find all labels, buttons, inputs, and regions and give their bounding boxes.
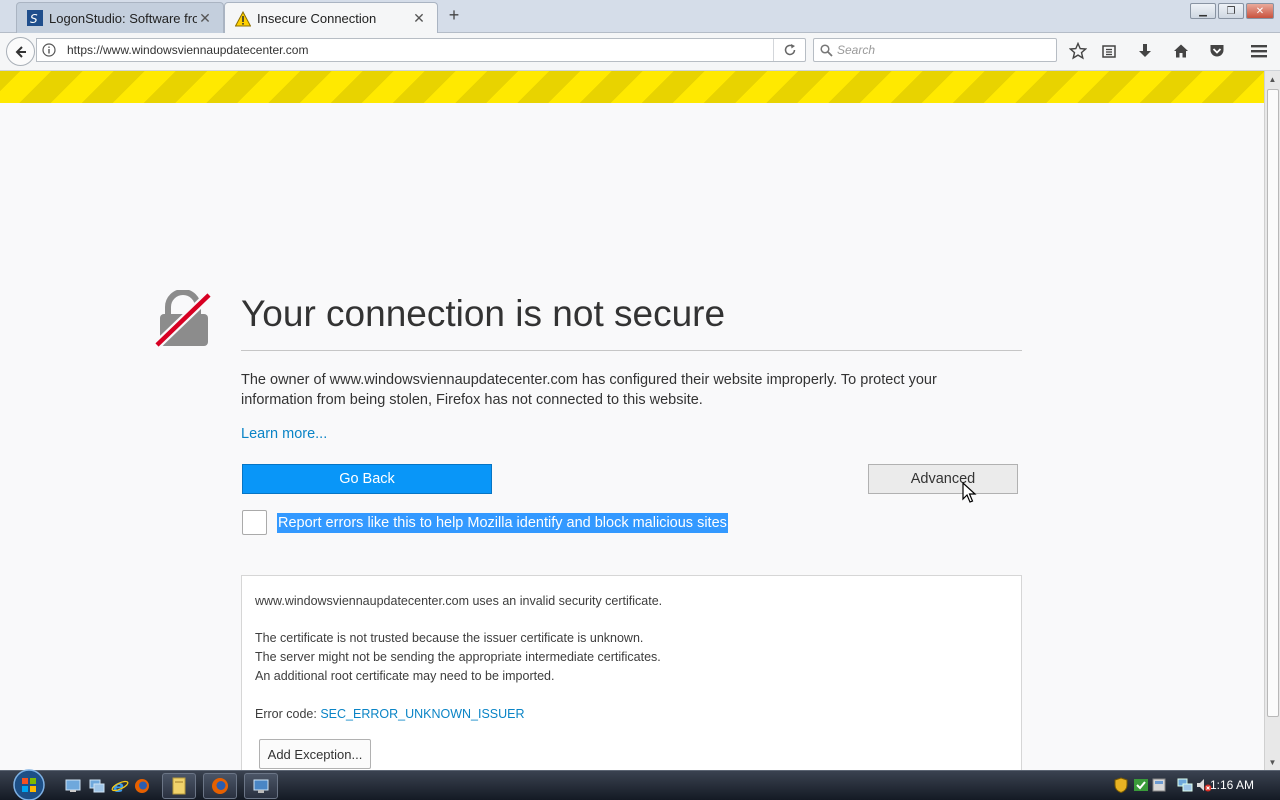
network-icon[interactable] <box>1177 777 1193 793</box>
taskbar-explorer-button[interactable] <box>162 773 196 799</box>
error-title: Your connection is not secure <box>241 293 726 334</box>
go-back-button[interactable]: Go Back <box>242 464 492 494</box>
back-button[interactable] <box>6 37 35 66</box>
intermediate-cert-text: The server might not be sending the appr… <box>255 650 661 664</box>
svg-text:S: S <box>30 12 38 26</box>
scroll-up-arrow-icon[interactable]: ▲ <box>1265 71 1280 87</box>
url-bar[interactable]: https://www.windowsviennaupdatecenter.co… <box>36 38 806 62</box>
advanced-button[interactable]: Advanced <box>868 464 1018 494</box>
hamburger-menu-icon[interactable] <box>1249 41 1269 61</box>
firefox-quicklaunch-icon[interactable] <box>132 773 152 799</box>
warning-triangle-icon <box>235 10 251 27</box>
bookmark-star-icon[interactable] <box>1068 41 1088 61</box>
error-code-link[interactable]: SEC_ERROR_UNKNOWN_ISSUER <box>320 707 524 721</box>
tab-title: Insecure Connection <box>257 11 377 26</box>
cert-invalid-text: www.windowsviennaupdatecenter.com uses a… <box>255 594 663 608</box>
start-button[interactable] <box>9 769 49 800</box>
new-tab-button[interactable]: + <box>444 5 464 26</box>
downloads-icon[interactable] <box>1135 41 1155 61</box>
home-icon[interactable] <box>1171 41 1191 61</box>
close-tab-icon[interactable]: ✕ <box>411 10 427 27</box>
scroll-thumb[interactable] <box>1267 89 1279 717</box>
error-code-line: Error code: SEC_ERROR_UNKNOWN_ISSUER <box>255 707 525 721</box>
close-window-button[interactable]: ✕ <box>1246 3 1274 19</box>
tray-update-icon[interactable] <box>1151 777 1167 793</box>
minimize-button[interactable]: ▁ <box>1190 3 1216 19</box>
network-app-icon <box>253 779 269 793</box>
title-divider <box>241 350 1022 351</box>
reload-button[interactable] <box>773 39 805 61</box>
add-exception-button[interactable]: Add Exception... <box>259 739 371 769</box>
logonstudio-icon: S <box>27 10 43 26</box>
tab-strip: S LogonStudio: Software fro... ✕ Insecur… <box>0 0 1280 34</box>
firefox-icon <box>212 778 228 794</box>
search-placeholder: Search <box>837 43 876 57</box>
navigation-toolbar: https://www.windowsviennaupdatecenter.co… <box>0 33 1280 71</box>
windows-logo-icon <box>13 769 45 800</box>
vertical-scrollbar[interactable]: ▲ ▼ <box>1264 71 1280 770</box>
root-cert-text: An additional root certificate may need … <box>255 669 555 683</box>
learn-more-link[interactable]: Learn more... <box>241 426 327 442</box>
advanced-panel: www.windowsviennaupdatecenter.com uses a… <box>241 575 1022 775</box>
warning-stripe <box>0 71 1264 103</box>
report-errors-checkbox[interactable] <box>242 510 267 535</box>
browser-window: S LogonStudio: Software fro... ✕ Insecur… <box>0 0 1280 800</box>
broken-lock-icon <box>154 289 214 350</box>
switch-windows-icon[interactable] <box>87 773 107 799</box>
taskbar-firefox-button[interactable] <box>203 773 237 799</box>
error-code-label: Error code: <box>255 707 317 721</box>
scroll-down-arrow-icon[interactable]: ▼ <box>1265 754 1280 770</box>
close-tab-icon[interactable]: ✕ <box>197 10 213 27</box>
search-bar[interactable]: Search <box>813 38 1057 62</box>
tab-title: LogonStudio: Software fro... <box>49 10 197 26</box>
restore-button[interactable]: ❐ <box>1218 3 1244 19</box>
url-text[interactable]: https://www.windowsviennaupdatecenter.co… <box>61 43 773 57</box>
tray-app-icon[interactable] <box>1133 777 1149 793</box>
bookmarks-menu-icon[interactable] <box>1099 41 1119 61</box>
tab-logonstudio[interactable]: S LogonStudio: Software fro... ✕ <box>16 2 224 33</box>
site-info-icon[interactable] <box>37 43 61 57</box>
error-description: The owner of www.windowsviennaupdatecent… <box>241 372 937 408</box>
search-icon <box>820 43 833 57</box>
windows-taskbar: e 1:16 AM <box>0 769 1280 800</box>
cert-untrusted-text: The certificate is not trusted because t… <box>255 631 644 645</box>
internet-explorer-icon[interactable]: e <box>110 773 130 799</box>
tab-insecure-connection[interactable]: Insecure Connection ✕ <box>224 2 438 34</box>
pocket-icon[interactable] <box>1207 41 1227 61</box>
back-arrow-icon <box>15 45 26 58</box>
security-shield-icon[interactable] <box>1113 777 1129 793</box>
report-errors-label[interactable]: Report errors like this to help Mozilla … <box>277 513 728 533</box>
taskbar-network-app-button[interactable] <box>244 773 278 799</box>
mouse-cursor-icon <box>962 481 978 504</box>
show-desktop-icon[interactable] <box>63 773 83 799</box>
reload-icon <box>784 44 795 56</box>
folder-icon <box>172 777 186 795</box>
taskbar-clock[interactable]: 1:16 AM <box>1210 778 1254 792</box>
